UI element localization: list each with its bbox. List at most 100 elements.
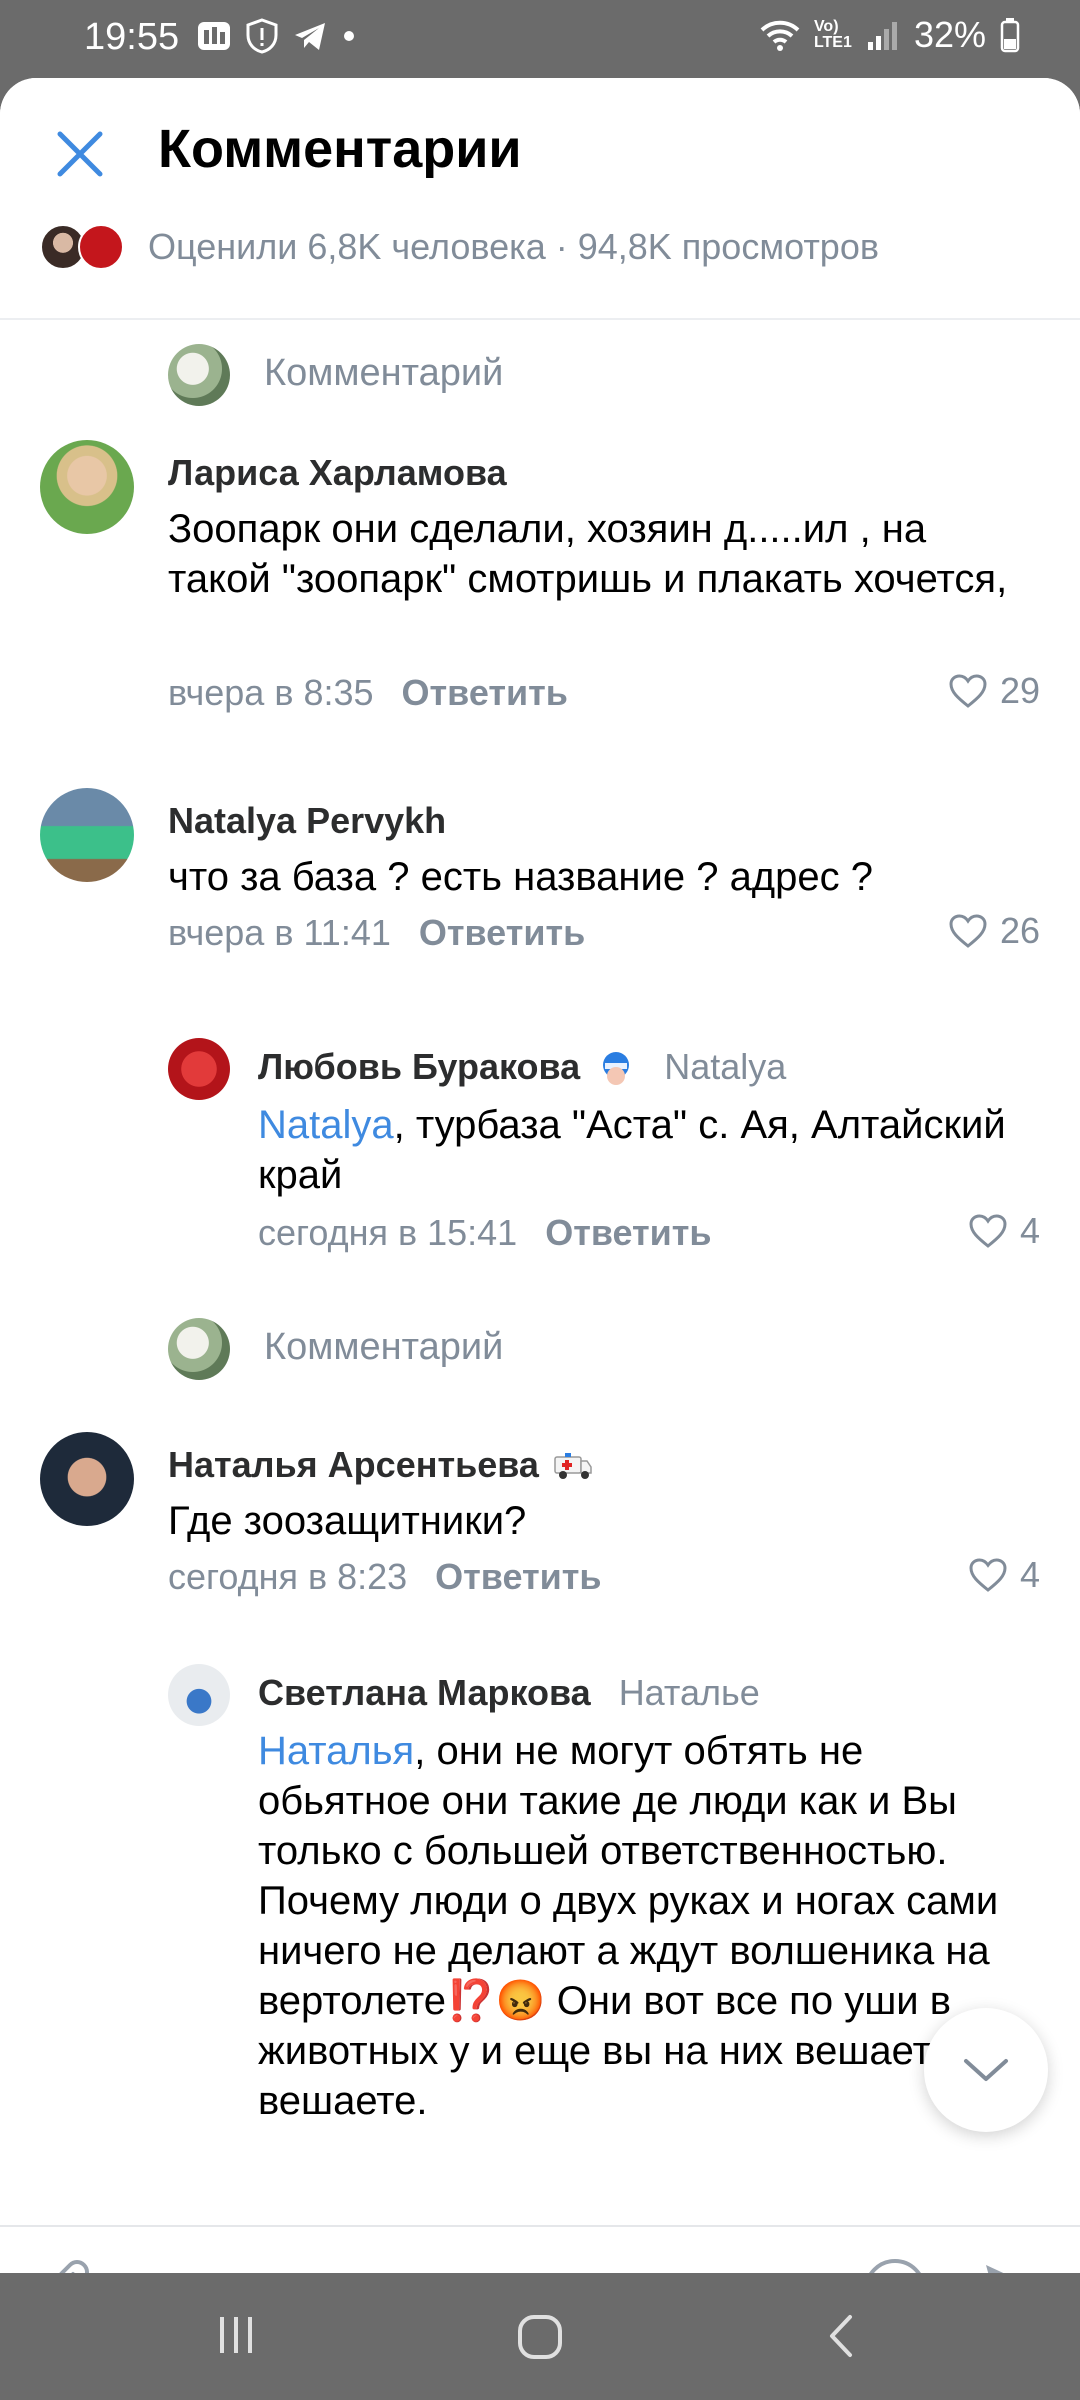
thread-reply-field[interactable]: Комментарий <box>0 332 1080 412</box>
like-count: 4 <box>1019 1554 1040 1595</box>
comment-item: Лариса Харламова Зоопарк они сделали, хо… <box>0 440 1080 740</box>
comments-sheet: Комментарии Оценили 6,8K человека · 94,8… <box>0 78 1080 2273</box>
comment-footer: вчера в 8:35 Ответить <box>168 672 568 714</box>
page-title: Комментарии <box>158 119 522 179</box>
comment-author[interactable]: Лариса Харламова <box>168 452 507 494</box>
comments-header: Комментарии Оценили 6,8K человека · 94,8… <box>0 78 1080 320</box>
comment-text: что за база ? есть название ? адрес ? <box>168 855 873 899</box>
thread-reply-placeholder: Комментарий <box>264 1326 504 1368</box>
reply-to[interactable]: Наталье <box>619 1672 760 1713</box>
back-icon <box>830 2315 852 2357</box>
ambulance-icon <box>554 1453 592 1479</box>
status-bar: 19:55 Vo) LTE1 32% <box>0 0 1080 78</box>
comment-text: Зоопарк они сделали, хозяин д.....ил , н… <box>168 507 1008 601</box>
gallery-icon <box>198 22 230 50</box>
comment-footer: сегодня в 15:41 Ответить <box>258 1212 712 1254</box>
system-nav-bar <box>0 2273 1080 2400</box>
thread-reply-field[interactable]: Комментарий <box>0 1306 1080 1386</box>
recent-apps-button[interactable] <box>216 2313 256 2362</box>
comment-time: вчера в 8:35 <box>168 672 374 713</box>
comments-list[interactable]: Комментарий Лариса Харламова Зоопарк они… <box>0 320 1080 2223</box>
comment-input[interactable] <box>150 2267 854 2273</box>
stats-text: Оценили 6,8K человека · 94,8K просмотров <box>148 226 879 267</box>
chevron-down-icon <box>964 2059 1008 2081</box>
comment-author[interactable]: Наталья Арсентьева <box>168 1444 593 1486</box>
signal-icon <box>867 22 897 50</box>
comment-footer: сегодня в 8:23 Ответить <box>168 1556 602 1598</box>
comment-text: Natalya, турбаза "Аста" с. Ая, Алтайский… <box>258 1100 1018 1200</box>
reply-item: Любовь Буракова Natalya Natalya, турбаза… <box>0 1038 1080 1253</box>
recent-apps-icon <box>220 2317 252 2353</box>
like-count: 26 <box>999 910 1040 951</box>
author-name: Наталья Арсентьева <box>168 1444 539 1485</box>
home-button[interactable] <box>516 2313 564 2366</box>
post-stats[interactable]: Оценили 6,8K человека · 94,8K просмотров <box>40 224 879 270</box>
reply-button[interactable]: Ответить <box>545 1212 711 1253</box>
wifi-icon <box>760 20 800 51</box>
comment-author[interactable]: Любовь Буракова Natalya <box>258 1046 786 1088</box>
paperclip-icon <box>59 2260 89 2273</box>
close-icon <box>57 131 103 177</box>
back-button[interactable] <box>826 2313 856 2364</box>
avatar <box>168 1318 230 1380</box>
reply-button[interactable]: Ответить <box>402 672 568 713</box>
comment-text: Наталья, они не могут обтять не обьятное… <box>258 1726 1038 2126</box>
like-button[interactable]: 29 <box>948 670 1040 712</box>
dot-icon <box>344 31 354 41</box>
send-button[interactable] <box>982 2259 1042 2273</box>
avatar <box>168 344 230 406</box>
reply-to[interactable]: Natalya <box>664 1046 786 1087</box>
comment-text: Где зоозащитники? <box>168 1499 527 1543</box>
like-button[interactable]: 26 <box>948 910 1040 952</box>
attach-button[interactable] <box>40 2259 102 2273</box>
like-button[interactable]: 4 <box>968 1554 1040 1596</box>
author-name: Любовь Буракова <box>258 1046 581 1087</box>
comment-footer: вчера в 11:41 Ответить <box>168 912 585 954</box>
comment-author[interactable]: Natalya Pervykh <box>168 800 446 842</box>
likers-avatars <box>40 224 124 270</box>
heart-icon <box>949 914 987 948</box>
telegram-icon <box>295 23 325 50</box>
battery-icon <box>1000 18 1020 53</box>
comment-composer <box>0 2225 1080 2273</box>
like-count: 4 <box>1019 1210 1040 1251</box>
emoji-button[interactable] <box>862 2257 928 2273</box>
avatar[interactable] <box>40 788 134 882</box>
avatar[interactable] <box>168 1038 230 1100</box>
thread-reply-placeholder: Комментарий <box>264 352 504 394</box>
status-time: 19:55 <box>84 16 180 58</box>
mention-link[interactable]: Наталья <box>258 1729 414 1773</box>
comment-time: вчера в 11:41 <box>168 912 391 953</box>
smile-icon <box>869 2259 921 2273</box>
like-count: 29 <box>999 670 1040 711</box>
heart-icon <box>969 1214 1007 1248</box>
heart-icon <box>949 674 987 708</box>
comment-item: Наталья Арсентьева Где зоозащитники? сег… <box>0 1432 1080 1612</box>
reply-item: Светлана Маркова Наталье Наталья, они не… <box>0 1664 1080 2223</box>
avatar <box>78 224 124 270</box>
comment-time: сегодня в 15:41 <box>258 1212 518 1253</box>
comment-item: Natalya Pervykh что за база ? есть назва… <box>0 788 1080 968</box>
reply-button[interactable]: Ответить <box>419 912 585 953</box>
comment-time: сегодня в 8:23 <box>168 1556 408 1597</box>
avatar[interactable] <box>168 1664 230 1726</box>
shield-alert-icon <box>246 18 278 54</box>
avatar[interactable] <box>40 1432 134 1526</box>
status-right: Vo) LTE1 32% <box>760 14 1020 56</box>
avatar[interactable] <box>40 440 134 534</box>
avatar-badge-icon <box>603 1052 630 1085</box>
scroll-down-button[interactable] <box>924 2008 1048 2132</box>
like-button[interactable]: 4 <box>968 1210 1040 1252</box>
close-button[interactable] <box>48 122 112 186</box>
heart-icon <box>969 1558 1007 1592</box>
send-icon <box>986 2265 1004 2273</box>
home-icon <box>518 2315 562 2359</box>
mention-link[interactable]: Natalya <box>258 1103 394 1147</box>
reply-button[interactable]: Ответить <box>435 1556 601 1597</box>
status-notification-icons <box>196 18 356 54</box>
comment-author[interactable]: Светлана Маркова Наталье <box>258 1672 760 1714</box>
author-name: Светлана Маркова <box>258 1672 591 1713</box>
comment-body: , они не могут обтять не обьятное они та… <box>258 1729 999 2123</box>
battery-percent: 32% <box>913 14 986 55</box>
network-label: Vo) LTE1 <box>813 18 852 51</box>
